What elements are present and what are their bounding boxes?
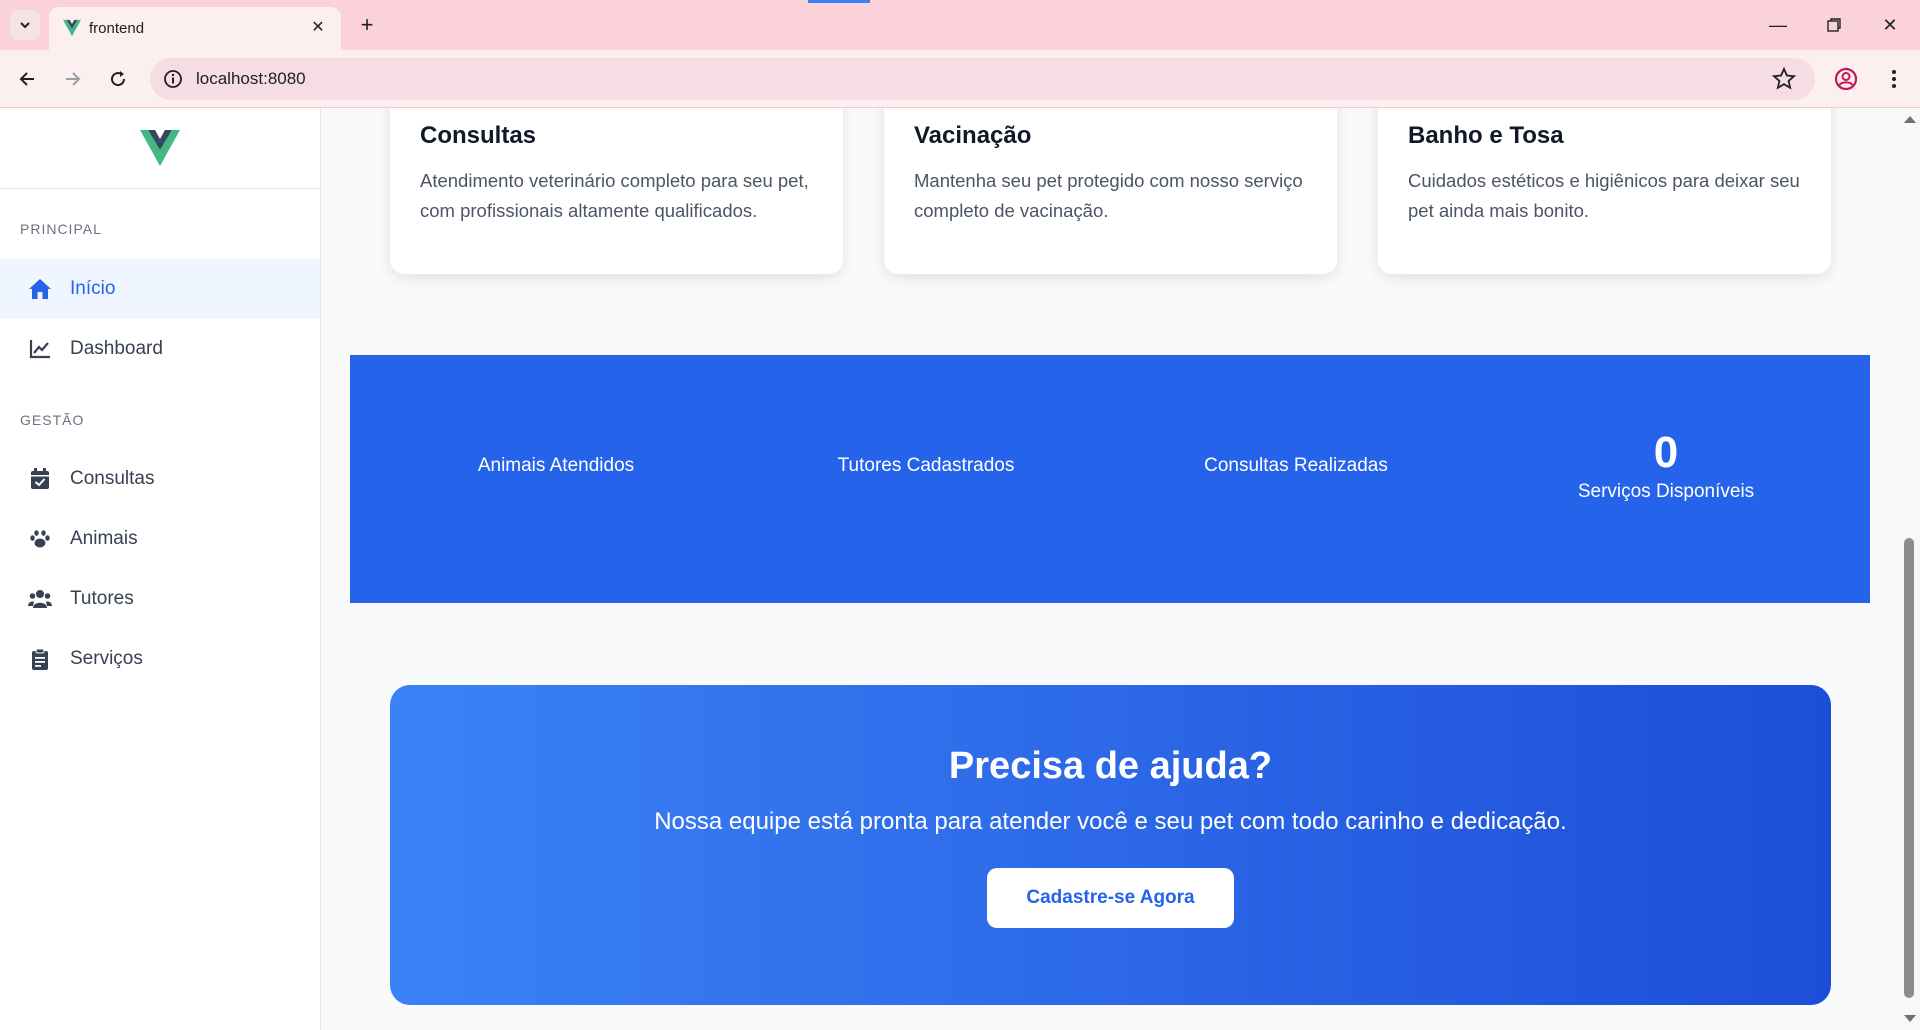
clipboard-list-icon bbox=[28, 647, 52, 671]
bookmark-star-icon[interactable] bbox=[1771, 66, 1797, 92]
new-tab-button[interactable]: + bbox=[352, 10, 382, 40]
service-card-description: Atendimento veterinário completo para se… bbox=[420, 170, 809, 221]
stat-servicos-disponiveis: 0 Serviços Disponíveis bbox=[1516, 429, 1816, 503]
cta-title: Precisa de ajuda? bbox=[948, 745, 1273, 787]
users-icon bbox=[28, 587, 52, 611]
service-card-title: Banho e Tosa bbox=[1408, 122, 1564, 149]
sidebar: PRINCIPAL Início Dashboard GESTÃO Consul… bbox=[0, 108, 321, 1030]
sidebar-item-tutores[interactable]: Tutores bbox=[0, 569, 320, 629]
sidebar-item-label: Animais bbox=[70, 528, 138, 549]
stat-label: Animais Atendidos bbox=[477, 455, 635, 476]
section-title-principal: PRINCIPAL bbox=[20, 221, 102, 237]
service-card-description: Cuidados estéticos e higiênicos para dei… bbox=[1408, 170, 1800, 221]
stat-tutores-cadastrados: Tutores Cadastrados bbox=[776, 455, 1076, 477]
loading-indicator bbox=[808, 0, 870, 3]
help-cta-panel: Precisa de ajuda? Nossa equipe está pron… bbox=[390, 685, 1831, 1005]
stats-banner: Animais Atendidos Tutores Cadastrados Co… bbox=[350, 355, 1870, 603]
address-bar[interactable]: localhost:8080 bbox=[150, 58, 1815, 100]
site-info-icon[interactable] bbox=[162, 68, 184, 90]
restore-icon bbox=[1827, 18, 1841, 32]
calendar-check-icon bbox=[28, 467, 52, 491]
signup-button[interactable]: Cadastre-se Agora bbox=[987, 868, 1234, 928]
sidebar-item-consultas[interactable]: Consultas bbox=[0, 449, 320, 509]
home-icon bbox=[28, 277, 52, 301]
sidebar-item-inicio[interactable]: Início bbox=[0, 259, 320, 319]
service-card-title: Consultas bbox=[420, 122, 537, 149]
browser-tab-bar: frontend ✕ + — ✕ bbox=[0, 0, 1920, 50]
tab-search-button[interactable] bbox=[10, 10, 40, 40]
stat-label: Tutores Cadastrados bbox=[837, 455, 1015, 476]
restore-button[interactable] bbox=[1806, 8, 1862, 42]
back-button[interactable] bbox=[12, 63, 44, 95]
paw-icon bbox=[28, 527, 52, 551]
arrow-right-icon bbox=[66, 72, 81, 86]
browser-tab[interactable]: frontend ✕ bbox=[49, 7, 341, 50]
scroll-up-arrow-icon[interactable] bbox=[1904, 116, 1916, 123]
reload-icon bbox=[111, 71, 126, 87]
close-window-button[interactable]: ✕ bbox=[1862, 8, 1918, 42]
stat-animais-atendidos: Animais Atendidos bbox=[406, 455, 706, 477]
service-card: Vacinação Mantenha seu pet protegido com… bbox=[884, 108, 1337, 274]
tab-close-icon[interactable]: ✕ bbox=[307, 17, 329, 39]
arrow-left-icon bbox=[19, 72, 34, 86]
tab-title: frontend bbox=[89, 20, 145, 37]
scrollbar-thumb[interactable] bbox=[1904, 538, 1914, 998]
service-card-title: Vacinação bbox=[914, 122, 1032, 149]
url-text: localhost:8080 bbox=[196, 69, 306, 88]
reload-button[interactable] bbox=[102, 63, 134, 95]
vue-favicon-icon bbox=[63, 19, 81, 37]
page-scrollbar[interactable] bbox=[1898, 108, 1920, 1030]
service-card-description: Mantenha seu pet protegido com nosso ser… bbox=[914, 170, 1303, 221]
logo-area bbox=[0, 108, 320, 189]
sidebar-item-label: Serviços bbox=[70, 648, 143, 669]
browser-toolbar: localhost:8080 bbox=[0, 50, 1920, 108]
stat-consultas-realizadas: Consultas Realizadas bbox=[1146, 455, 1446, 477]
stat-label: Serviços Disponíveis bbox=[1577, 481, 1755, 502]
service-card: Consultas Atendimento veterinário comple… bbox=[390, 108, 843, 274]
chevron-down-icon bbox=[20, 22, 30, 29]
vue-logo-icon[interactable] bbox=[140, 130, 180, 166]
sidebar-item-servicos[interactable]: Serviços bbox=[0, 629, 320, 689]
chart-line-icon bbox=[28, 337, 52, 361]
sidebar-item-label: Tutores bbox=[70, 588, 134, 609]
section-title-gestao: GESTÃO bbox=[20, 412, 85, 428]
service-card: Banho e Tosa Cuidados estéticos e higiên… bbox=[1378, 108, 1831, 274]
sidebar-item-label: Consultas bbox=[70, 468, 155, 489]
forward-button[interactable] bbox=[56, 63, 88, 95]
sidebar-item-animais[interactable]: Animais bbox=[0, 509, 320, 569]
sidebar-item-label: Dashboard bbox=[70, 338, 163, 359]
cta-text: Nossa equipe está pronta para atender vo… bbox=[654, 808, 1567, 835]
main-content: Consultas Atendimento veterinário comple… bbox=[321, 108, 1898, 1030]
profile-icon[interactable] bbox=[1832, 65, 1860, 93]
sidebar-item-dashboard[interactable]: Dashboard bbox=[0, 319, 320, 379]
stat-label: Consultas Realizadas bbox=[1204, 455, 1388, 476]
sidebar-item-label: Início bbox=[70, 278, 116, 299]
minimize-button[interactable]: — bbox=[1750, 8, 1806, 42]
browser-menu-icon[interactable] bbox=[1880, 65, 1908, 93]
scroll-down-arrow-icon[interactable] bbox=[1904, 1015, 1916, 1022]
stat-value: 0 bbox=[1653, 428, 1679, 477]
